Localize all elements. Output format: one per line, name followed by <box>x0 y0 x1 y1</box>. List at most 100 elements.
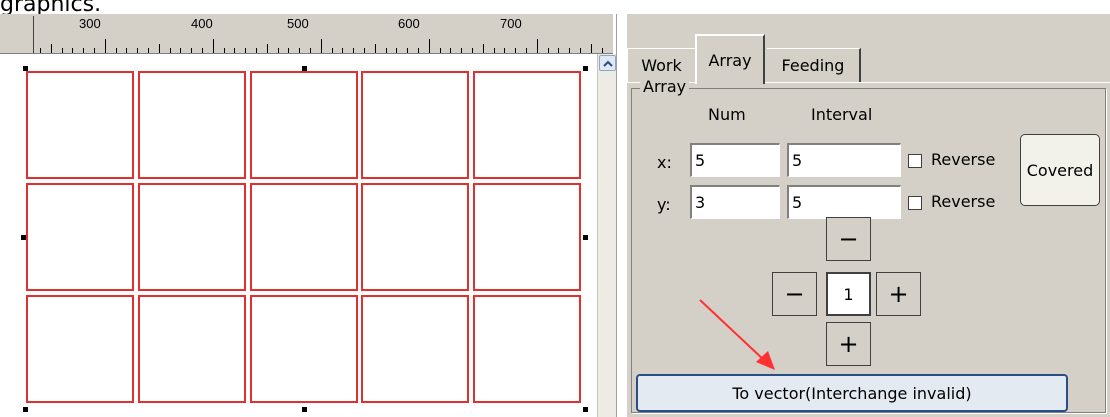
ruler-tick <box>526 48 527 53</box>
ruler-tick <box>407 48 408 53</box>
reverse-y-checkbox[interactable] <box>908 196 922 210</box>
reverse-x-label: Reverse <box>931 150 996 169</box>
y-label: y: <box>657 195 671 214</box>
ruler-tick <box>353 48 354 53</box>
ruler-origin-mark <box>33 16 34 53</box>
chevron-up-icon <box>602 60 613 67</box>
ruler-tick <box>310 48 311 53</box>
y-interval-input[interactable] <box>787 185 901 219</box>
selection-handle[interactable] <box>302 66 307 71</box>
y-num-input[interactable] <box>690 185 780 219</box>
ruler-tick <box>202 48 203 53</box>
x-label: x: <box>657 153 672 172</box>
reverse-y-label: Reverse <box>931 192 996 211</box>
ruler-tick <box>364 48 365 53</box>
ruler-tick <box>450 48 451 53</box>
array-cell[interactable] <box>250 183 358 291</box>
ruler-tick <box>569 48 570 53</box>
ruler-tick <box>299 48 300 53</box>
ruler-tick <box>375 44 376 53</box>
array-cell[interactable] <box>361 295 469 403</box>
selection-handle[interactable] <box>302 407 307 412</box>
properties-panel: Work Array Feeding Array Num Interval x:… <box>627 14 1110 417</box>
num-header: Num <box>708 105 746 124</box>
ruler-tick <box>224 48 225 53</box>
ruler-tick <box>591 44 592 53</box>
ruler-tick <box>105 39 106 53</box>
ruler-label: 500 <box>287 16 309 31</box>
move-right-button[interactable]: + <box>876 272 921 316</box>
ruler-tick <box>494 48 495 53</box>
ruler-tick <box>278 48 279 53</box>
selection-handle[interactable] <box>23 407 28 412</box>
selection-handle[interactable] <box>583 66 588 71</box>
covered-button[interactable]: Covered <box>1020 134 1100 206</box>
ruler-label: 300 <box>79 16 101 31</box>
ruler-tick <box>418 48 419 53</box>
step-value[interactable]: 1 <box>826 272 871 316</box>
ruler-tick <box>504 48 505 53</box>
array-cell[interactable] <box>473 183 581 291</box>
ruler-tick <box>332 48 333 53</box>
ruler-tick <box>234 48 235 53</box>
selection-handle[interactable] <box>23 66 28 71</box>
to-vector-button[interactable]: To vector(Interchange invalid) <box>636 374 1068 412</box>
array-cell[interactable] <box>473 295 581 403</box>
ruler-tick <box>83 48 84 53</box>
ruler-tick <box>245 48 246 53</box>
array-cell[interactable] <box>473 71 581 179</box>
interval-header: Interval <box>811 105 873 124</box>
tab-feeding[interactable]: Feeding <box>767 48 861 82</box>
ruler-label: 400 <box>191 16 213 31</box>
vertical-scrollbar[interactable] <box>597 54 616 417</box>
ruler-label: 700 <box>500 16 522 31</box>
array-cell[interactable] <box>26 71 134 179</box>
array-cell[interactable] <box>361 183 469 291</box>
ruler-tick <box>62 48 63 53</box>
ruler-tick <box>180 48 181 53</box>
design-canvas[interactable] <box>0 54 597 417</box>
ruler-tick <box>321 39 322 53</box>
ruler-tick <box>429 39 430 53</box>
ruler-tick <box>472 48 473 53</box>
horizontal-ruler: 300 400 500 600 700 <box>0 14 613 54</box>
reverse-x-checkbox[interactable] <box>908 154 922 168</box>
array-cell[interactable] <box>250 295 358 403</box>
ruler-tick <box>342 48 343 53</box>
ruler-tick <box>126 48 127 53</box>
ruler-tick <box>396 48 397 53</box>
scroll-up-button[interactable] <box>599 55 616 71</box>
array-cell[interactable] <box>250 71 358 179</box>
array-group-title: Array <box>640 77 690 96</box>
ruler-tick <box>40 48 41 53</box>
ruler-tick <box>159 44 160 53</box>
ruler-label: 600 <box>398 16 420 31</box>
selection-handle[interactable] <box>583 407 588 412</box>
move-down-button[interactable]: + <box>826 322 871 366</box>
panel-divider <box>616 14 627 417</box>
ruler-tick <box>148 48 149 53</box>
ruler-tick <box>548 48 549 53</box>
ruler-tick <box>440 48 441 53</box>
tab-array[interactable]: Array <box>695 34 765 84</box>
ruler-tick <box>72 48 73 53</box>
x-interval-input[interactable] <box>787 143 901 177</box>
ruler-tick <box>191 48 192 53</box>
ruler-tick <box>116 48 117 53</box>
array-cell[interactable] <box>138 295 246 403</box>
ruler-tick <box>256 48 257 53</box>
array-cell[interactable] <box>26 295 134 403</box>
array-cell[interactable] <box>361 71 469 179</box>
selection-handle[interactable] <box>21 235 26 240</box>
move-left-button[interactable]: − <box>772 272 817 316</box>
selection-handle[interactable] <box>583 235 588 240</box>
move-up-button[interactable]: − <box>826 217 871 261</box>
ruler-tick <box>461 48 462 53</box>
array-cell[interactable] <box>26 183 134 291</box>
ruler-tick <box>213 39 214 53</box>
ruler-tick <box>602 48 603 53</box>
array-cell[interactable] <box>138 183 246 291</box>
x-num-input[interactable] <box>690 143 780 177</box>
ruler-tick <box>558 48 559 53</box>
array-cell[interactable] <box>138 71 246 179</box>
